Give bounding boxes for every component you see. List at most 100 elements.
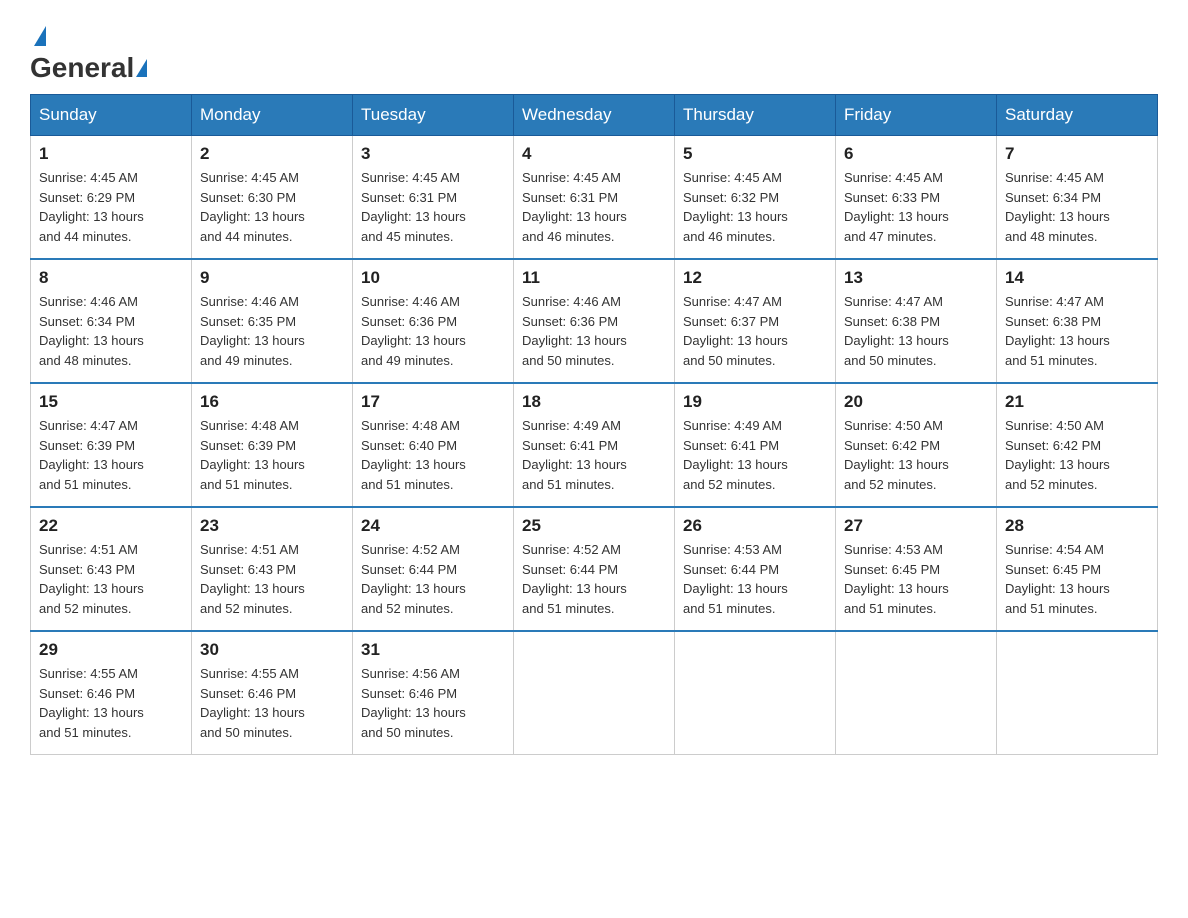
day-number: 2 (200, 144, 344, 164)
calendar-day-cell: 24 Sunrise: 4:52 AMSunset: 6:44 PMDayligh… (353, 507, 514, 631)
day-number: 19 (683, 392, 827, 412)
logo-general-text: General (30, 52, 134, 84)
day-info: Sunrise: 4:52 AMSunset: 6:44 PMDaylight:… (361, 540, 505, 618)
day-info: Sunrise: 4:45 AMSunset: 6:31 PMDaylight:… (361, 168, 505, 246)
calendar-day-cell: 2 Sunrise: 4:45 AMSunset: 6:30 PMDaylight… (192, 136, 353, 260)
day-number: 14 (1005, 268, 1149, 288)
day-info: Sunrise: 4:49 AMSunset: 6:41 PMDaylight:… (683, 416, 827, 494)
day-number: 21 (1005, 392, 1149, 412)
day-info: Sunrise: 4:47 AMSunset: 6:37 PMDaylight:… (683, 292, 827, 370)
day-info: Sunrise: 4:46 AMSunset: 6:36 PMDaylight:… (361, 292, 505, 370)
calendar-week-row: 29 Sunrise: 4:55 AMSunset: 6:46 PMDayligh… (31, 631, 1158, 755)
logo-icon (136, 59, 147, 77)
day-info: Sunrise: 4:54 AMSunset: 6:45 PMDaylight:… (1005, 540, 1149, 618)
day-number: 9 (200, 268, 344, 288)
day-info: Sunrise: 4:55 AMSunset: 6:46 PMDaylight:… (200, 664, 344, 742)
calendar-day-cell: 7Sunrise: 4:45 AMSunset: 6:34 PMDaylight… (997, 136, 1158, 260)
calendar-day-cell: 22Sunrise: 4:51 AMSunset: 6:43 PMDayligh… (31, 507, 192, 631)
calendar-day-cell: 11Sunrise: 4:46 AMSunset: 6:36 PMDayligh… (514, 259, 675, 383)
day-info: Sunrise: 4:45 AMSunset: 6:33 PMDaylight:… (844, 168, 988, 246)
calendar-day-cell (836, 631, 997, 755)
day-number: 12 (683, 268, 827, 288)
calendar-day-cell: 31 Sunrise: 4:56 AMSunset: 6:46 PMDayligh… (353, 631, 514, 755)
calendar-day-cell: 8 Sunrise: 4:46 AMSunset: 6:34 PMDaylight… (31, 259, 192, 383)
day-number: 26 (683, 516, 827, 536)
day-number: 3 (361, 144, 505, 164)
day-info: Sunrise: 4:53 AMSunset: 6:44 PMDaylight:… (683, 540, 827, 618)
calendar-day-cell: 16 Sunrise: 4:48 AMSunset: 6:39 PMDayligh… (192, 383, 353, 507)
day-info: Sunrise: 4:52 AMSunset: 6:44 PMDaylight:… (522, 540, 666, 618)
day-number: 31 (361, 640, 505, 660)
page-header: General (30, 20, 1158, 76)
weekday-header-wednesday: Wednesday (514, 95, 675, 136)
calendar-table: SundayMondayTuesdayWednesdayThursdayFrid… (30, 94, 1158, 755)
weekday-header-sunday: Sunday (31, 95, 192, 136)
day-number: 1 (39, 144, 183, 164)
day-info: Sunrise: 4:53 AMSunset: 6:45 PMDaylight:… (844, 540, 988, 618)
calendar-week-row: 15 Sunrise: 4:47 AMSunset: 6:39 PMDayligh… (31, 383, 1158, 507)
day-number: 18 (522, 392, 666, 412)
weekday-header-monday: Monday (192, 95, 353, 136)
day-number: 4 (522, 144, 666, 164)
calendar-week-row: 1 Sunrise: 4:45 AMSunset: 6:29 PMDaylight… (31, 136, 1158, 260)
day-info: Sunrise: 4:45 AMSunset: 6:31 PMDaylight:… (522, 168, 666, 246)
day-number: 23 (200, 516, 344, 536)
calendar-day-cell: 1 Sunrise: 4:45 AMSunset: 6:29 PMDaylight… (31, 136, 192, 260)
day-info: Sunrise: 4:55 AMSunset: 6:46 PMDaylight:… (39, 664, 183, 742)
weekday-header-tuesday: Tuesday (353, 95, 514, 136)
day-number: 27 (844, 516, 988, 536)
day-number: 25 (522, 516, 666, 536)
day-number: 16 (200, 392, 344, 412)
calendar-day-cell: 28Sunrise: 4:54 AMSunset: 6:45 PMDayligh… (997, 507, 1158, 631)
calendar-day-cell: 27 Sunrise: 4:53 AMSunset: 6:45 PMDayligh… (836, 507, 997, 631)
calendar-day-cell: 21 Sunrise: 4:50 AMSunset: 6:42 PMDayligh… (997, 383, 1158, 507)
calendar-day-cell: 10 Sunrise: 4:46 AMSunset: 6:36 PMDayligh… (353, 259, 514, 383)
day-info: Sunrise: 4:45 AMSunset: 6:30 PMDaylight:… (200, 168, 344, 246)
day-info: Sunrise: 4:47 AMSunset: 6:38 PMDaylight:… (844, 292, 988, 370)
day-info: Sunrise: 4:50 AMSunset: 6:42 PMDaylight:… (844, 416, 988, 494)
day-info: Sunrise: 4:51 AMSunset: 6:43 PMDaylight:… (200, 540, 344, 618)
day-info: Sunrise: 4:45 AMSunset: 6:34 PMDaylight:… (1005, 168, 1149, 246)
day-number: 24 (361, 516, 505, 536)
calendar-day-cell (675, 631, 836, 755)
calendar-day-cell: 6 Sunrise: 4:45 AMSunset: 6:33 PMDaylight… (836, 136, 997, 260)
calendar-day-cell: 23 Sunrise: 4:51 AMSunset: 6:43 PMDayligh… (192, 507, 353, 631)
day-info: Sunrise: 4:47 AMSunset: 6:38 PMDaylight:… (1005, 292, 1149, 370)
day-info: Sunrise: 4:45 AMSunset: 6:29 PMDaylight:… (39, 168, 183, 246)
day-number: 29 (39, 640, 183, 660)
day-info: Sunrise: 4:47 AMSunset: 6:39 PMDaylight:… (39, 416, 183, 494)
calendar-day-cell: 4 Sunrise: 4:45 AMSunset: 6:31 PMDaylight… (514, 136, 675, 260)
day-number: 17 (361, 392, 505, 412)
day-info: Sunrise: 4:56 AMSunset: 6:46 PMDaylight:… (361, 664, 505, 742)
calendar-day-cell: 12 Sunrise: 4:47 AMSunset: 6:37 PMDayligh… (675, 259, 836, 383)
day-info: Sunrise: 4:46 AMSunset: 6:34 PMDaylight:… (39, 292, 183, 370)
calendar-day-cell: 20 Sunrise: 4:50 AMSunset: 6:42 PMDayligh… (836, 383, 997, 507)
logo-text (30, 20, 48, 52)
calendar-day-cell: 19 Sunrise: 4:49 AMSunset: 6:41 PMDayligh… (675, 383, 836, 507)
day-number: 5 (683, 144, 827, 164)
day-info: Sunrise: 4:51 AMSunset: 6:43 PMDaylight:… (39, 540, 183, 618)
weekday-header-saturday: Saturday (997, 95, 1158, 136)
day-info: Sunrise: 4:50 AMSunset: 6:42 PMDaylight:… (1005, 416, 1149, 494)
day-info: Sunrise: 4:48 AMSunset: 6:39 PMDaylight:… (200, 416, 344, 494)
day-info: Sunrise: 4:48 AMSunset: 6:40 PMDaylight:… (361, 416, 505, 494)
day-number: 11 (522, 268, 666, 288)
day-info: Sunrise: 4:45 AMSunset: 6:32 PMDaylight:… (683, 168, 827, 246)
calendar-day-cell: 14 Sunrise: 4:47 AMSunset: 6:38 PMDayligh… (997, 259, 1158, 383)
calendar-day-cell (514, 631, 675, 755)
calendar-week-row: 8 Sunrise: 4:46 AMSunset: 6:34 PMDaylight… (31, 259, 1158, 383)
day-number: 10 (361, 268, 505, 288)
day-number: 13 (844, 268, 988, 288)
calendar-day-cell: 9 Sunrise: 4:46 AMSunset: 6:35 PMDaylight… (192, 259, 353, 383)
calendar-day-cell: 15 Sunrise: 4:47 AMSunset: 6:39 PMDayligh… (31, 383, 192, 507)
day-info: Sunrise: 4:49 AMSunset: 6:41 PMDaylight:… (522, 416, 666, 494)
day-info: Sunrise: 4:46 AMSunset: 6:35 PMDaylight:… (200, 292, 344, 370)
calendar-day-cell: 30Sunrise: 4:55 AMSunset: 6:46 PMDayligh… (192, 631, 353, 755)
calendar-week-row: 22Sunrise: 4:51 AMSunset: 6:43 PMDayligh… (31, 507, 1158, 631)
day-number: 20 (844, 392, 988, 412)
weekday-header-friday: Friday (836, 95, 997, 136)
day-number: 6 (844, 144, 988, 164)
calendar-day-cell: 5 Sunrise: 4:45 AMSunset: 6:32 PMDaylight… (675, 136, 836, 260)
day-number: 8 (39, 268, 183, 288)
day-number: 15 (39, 392, 183, 412)
